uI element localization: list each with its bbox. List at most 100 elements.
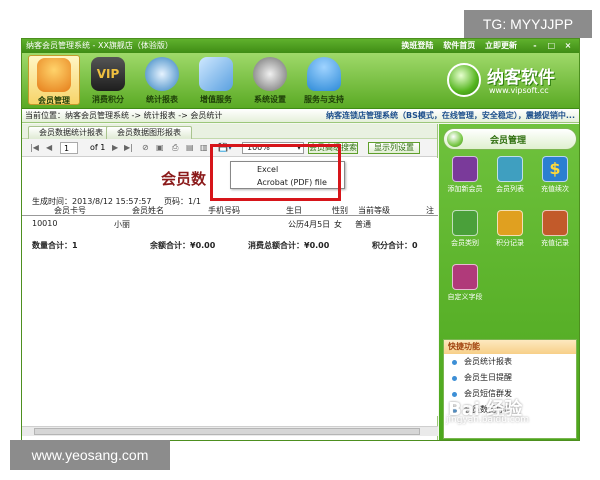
sidebar-title: 会员管理: [490, 136, 527, 146]
logo-disc-icon: [447, 63, 481, 97]
scrollbar-thumb[interactable]: [34, 428, 420, 435]
sidebar: 会员管理 添加新会员 会员列表 $ 充值续次 会员类别 积分记录 充值记录 自定…: [439, 124, 579, 440]
sidebar-header[interactable]: 会员管理: [443, 128, 577, 150]
baidu-watermark-url: jingyan.baidu.com: [446, 415, 530, 425]
software-home-link[interactable]: 软件首页: [443, 41, 475, 50]
layout-icon[interactable]: ▤: [186, 142, 194, 154]
breadcrumb-path: 当前位置：纳客会员管理系统 -> 统计报表 -> 会员统计: [25, 111, 223, 120]
points-icon: [497, 210, 523, 236]
logo-url: www.vipsoft.cc: [489, 86, 549, 95]
gear-icon: [253, 57, 287, 91]
horizontal-scrollbar[interactable]: [22, 426, 438, 436]
column-header: 生日: [286, 206, 302, 215]
dollar-icon: $: [542, 156, 568, 182]
switch-login-link[interactable]: 换班登陆: [401, 41, 433, 50]
bullet-icon: [452, 360, 457, 365]
toolbar-member-management[interactable]: 会员管理: [28, 55, 80, 105]
toolbar-label: 增值服务: [200, 95, 232, 104]
sidebar-item-label: 会员列表: [496, 185, 524, 193]
quick-item-label: 会员生日提醒: [464, 373, 512, 382]
watermark-bottom: www.yeosang.com: [10, 440, 170, 470]
column-header: 注: [426, 206, 434, 215]
stop-icon[interactable]: ⊘: [142, 142, 149, 154]
sidebar-item-label: 充值记录: [541, 239, 569, 247]
member-list-icon: [497, 156, 523, 182]
table-cell: 普通: [355, 220, 371, 229]
table-row[interactable]: 10010 小丽 公历4月5日 女 普通: [22, 218, 438, 230]
bullet-icon: [452, 376, 457, 381]
column-header: 会员卡号: [54, 206, 86, 215]
update-now-link[interactable]: 立即更新: [485, 41, 517, 50]
sidebar-item-label: 会员类别: [451, 239, 479, 247]
column-header: 手机号码: [208, 206, 240, 215]
page-setup-icon[interactable]: ▥: [200, 142, 208, 154]
sidebar-item-label: 充值续次: [541, 185, 569, 193]
first-page-icon[interactable]: |◀: [30, 142, 39, 154]
tab-member-statistics[interactable]: 会员数据统计报表: [28, 126, 114, 139]
toolbar-consume-points[interactable]: VIP 消费积分: [82, 57, 134, 105]
table-header: 会员卡号 会员姓名 手机号码 生日 性别 当前等级 注: [22, 204, 438, 216]
toolbar-statistics[interactable]: 统计报表: [136, 57, 188, 105]
report-tabs: 会员数据统计报表 会员数据图形报表: [22, 124, 437, 139]
sidebar-item-custom-fields[interactable]: 自定义字段: [443, 264, 487, 302]
logo-text: 纳客软件: [487, 68, 555, 88]
report-totals: 数量合计：1 余额合计：¥0.00 消费总额合计：¥0.00 积分合计：0: [22, 240, 438, 252]
refresh-icon[interactable]: ▣: [156, 142, 164, 154]
orb-icon: [447, 131, 463, 147]
maximize-button[interactable]: □: [544, 39, 558, 53]
custom-fields-icon: [452, 264, 478, 290]
umbrella-icon: [307, 57, 341, 91]
column-header: 会员姓名: [132, 206, 164, 215]
toolbar-label: 会员管理: [38, 96, 70, 105]
toolbar-value-added[interactable]: 增值服务: [190, 57, 242, 105]
toolbar-label: 系统设置: [254, 95, 286, 104]
sidebar-item-add-member[interactable]: 添加新会员: [443, 156, 487, 194]
balance-total: 余额合计：¥0.00: [150, 241, 216, 250]
category-icon: [452, 210, 478, 236]
toolbar-system-settings[interactable]: 系统设置: [244, 57, 296, 105]
count-total: 数量合计：1: [32, 241, 78, 250]
sidebar-item-member-category[interactable]: 会员类别: [443, 210, 487, 248]
prev-page-icon[interactable]: ◀: [46, 142, 52, 154]
column-header: 当前等级: [358, 206, 390, 215]
highlight-box: [210, 144, 341, 201]
sidebar-item-points-record[interactable]: 积分记录: [488, 210, 532, 248]
column-header: 性别: [332, 206, 348, 215]
toolbar-service-support[interactable]: 服务与支持: [298, 57, 350, 105]
sidebar-item-label: 添加新会员: [447, 185, 483, 193]
table-cell: 10010: [32, 219, 58, 228]
print-icon[interactable]: ⎙: [172, 142, 178, 154]
quick-item-member-stats[interactable]: 会员统计报表: [444, 354, 576, 370]
sidebar-item-label: 自定义字段: [447, 293, 483, 301]
table-cell: 女: [334, 220, 342, 229]
vip-card-icon: VIP: [91, 57, 125, 91]
page-count: of 1: [90, 143, 106, 152]
page-number-input[interactable]: 1: [60, 142, 78, 154]
sidebar-item-recharge-record[interactable]: 充值记录: [533, 210, 577, 248]
next-page-icon[interactable]: ▶: [112, 142, 118, 154]
last-page-icon[interactable]: ▶|: [124, 142, 133, 154]
column-settings-button[interactable]: 显示列设置: [368, 142, 420, 154]
brand-logo: 纳客软件 www.vipsoft.cc: [447, 61, 571, 101]
points-total: 积分合计：0: [372, 241, 418, 250]
close-button[interactable]: ×: [561, 39, 575, 53]
quick-item-label: 会员统计报表: [464, 357, 512, 366]
promo-link[interactable]: 纳客连锁店管理系统（BS模式，在线管理，安全稳定），震撼促销中...: [326, 109, 575, 123]
minimize-button[interactable]: -: [528, 39, 542, 53]
sidebar-item-member-list[interactable]: 会员列表: [488, 156, 532, 194]
sidebar-item-recharge[interactable]: $ 充值续次: [533, 156, 577, 194]
tab-member-chart[interactable]: 会员数据图形报表: [106, 126, 192, 139]
toolbar-label: 统计报表: [146, 95, 178, 104]
breadcrumb: 当前位置：纳客会员管理系统 -> 统计报表 -> 会员统计 纳客连锁店管理系统（…: [22, 109, 579, 123]
recharge-record-icon: [542, 210, 568, 236]
sidebar-item-label: 积分记录: [496, 239, 524, 247]
toolbar-label: 消费积分: [92, 95, 124, 104]
report-title: 会员数: [161, 170, 207, 188]
spending-total: 消费总额合计：¥0.00: [248, 241, 330, 250]
window-controls: - □ ×: [528, 39, 575, 53]
statistics-clock-icon: [145, 57, 179, 91]
toolbar-label: 服务与支持: [304, 95, 344, 104]
table-cell: 小丽: [114, 220, 130, 229]
members-icon: [37, 58, 71, 92]
quick-item-birthday[interactable]: 会员生日提醒: [444, 370, 576, 386]
